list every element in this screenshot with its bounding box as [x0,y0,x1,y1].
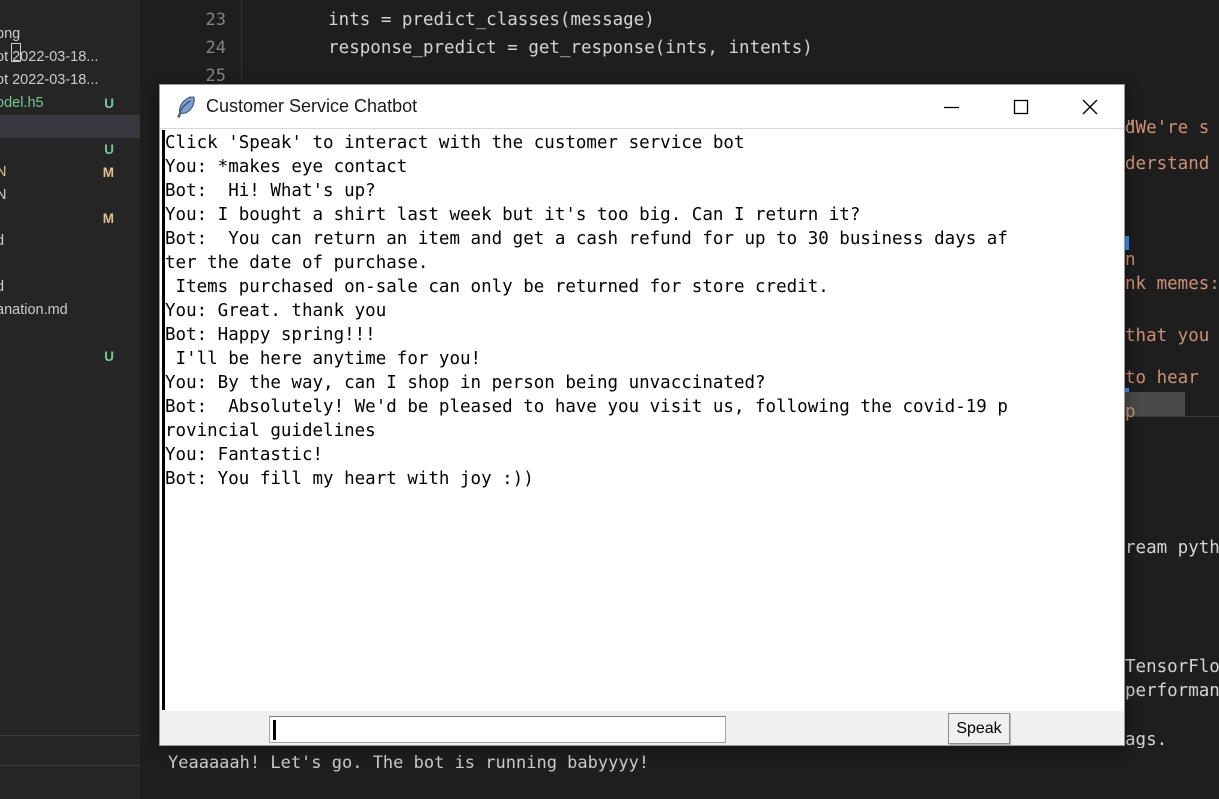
explorer-file-row[interactable] [0,115,140,138]
chat-line: Bot: Happy spring!!! [165,325,376,345]
explorer-file-row[interactable]: ot 2022-03-18... [0,46,140,69]
git-status-badge: U [104,142,114,157]
code-line: ints = predict_classes(message) [286,10,655,30]
window-title: Customer Service Chatbot [206,96,418,116]
chat-transcript-area[interactable]: Click 'Speak' to interact with the custo… [160,130,1124,712]
explorer-file-row[interactable]: d [0,230,140,253]
editor-clipped-text: that you [1125,326,1210,346]
git-status-badge: M [102,211,114,226]
close-button[interactable] [1055,85,1124,129]
explorer-file-row[interactable]: odel.h5 U [0,92,140,115]
explorer-divider [0,735,140,736]
window-title-bar[interactable]: Customer Service Chatbot [160,85,1124,129]
explorer-file-name: d [0,233,5,249]
editor-right-column: d "We're s derstand n nk memes: that you to h… [1125,0,1219,799]
explorer-file-name: d [0,279,5,295]
chat-line: Bot: You fill my heart with joy :)) [165,469,534,489]
editor-clipped-text: ags. [1125,730,1168,750]
message-input[interactable] [269,716,726,743]
chat-log: Click 'Speak' to interact with the custo… [165,130,1124,712]
input-bar: Speak [160,710,1124,745]
chat-line: Click 'Speak' to interact with the custo… [165,133,745,153]
explorer-file-name: anation.md [0,302,68,318]
explorer-file-row[interactable]: N [0,184,140,207]
text-caret [273,720,276,740]
line-number: 23 [205,10,226,30]
chat-line: You: I bought a shirt last week but it's… [165,205,861,225]
explorer-file-name: odel.h5 [0,95,44,111]
feather-icon [177,96,195,118]
explorer-file-name: N [0,187,7,203]
chat-line: You: Great. thank you [165,301,387,321]
line-number: 25 [205,66,226,86]
terminal-cursor [11,43,21,62]
speak-button[interactable]: Speak [948,713,1010,744]
explorer-file-row[interactable]: M [0,207,140,230]
explorer-file-row[interactable]: U [0,138,140,161]
chat-line: rovincial guidelines [165,421,376,441]
git-status-badge: U [104,349,114,364]
explorer-file-row[interactable]: NM [0,161,140,184]
explorer-file-row[interactable] [0,253,140,276]
maximize-button[interactable] [986,85,1055,129]
code-line: response_predict = get_response(ints, in… [286,38,813,58]
chat-line: Bot: Hi! What's up? [165,181,376,201]
chatbot-window[interactable]: Customer Service Chatbot Click 'Speak' t… [159,84,1125,746]
chat-line: You: By the way, can I shop in person be… [165,373,766,393]
chat-line: You: Fantastic! [165,445,324,465]
terminal-output-line: Yeaaaaah! Let's go. The bot is running b… [168,753,650,773]
editor-clipped-text: "We're s [1125,118,1210,138]
window-controls [917,85,1124,129]
chat-line: Bot: Absolutely! We'd be pleased to have… [165,397,1008,417]
explorer-file-row[interactable]: U [0,345,140,368]
chat-line: I'll be here anytime for you! [165,349,482,369]
line-number: 24 [205,38,226,58]
explorer-file-row[interactable]: png [0,23,140,46]
explorer-file-row[interactable]: ot 2022-03-18... [0,69,140,92]
editor-clipped-text: TensorFlow [1125,657,1219,677]
file-explorer[interactable]: png ot 2022-03-18... ot 2022-03-18... odel.… [0,0,140,799]
explorer-file-row[interactable] [0,322,140,345]
explorer-file-name: N [0,164,7,180]
explorer-divider [0,765,140,766]
editor-clipped-text: n [1125,250,1136,270]
right-col-divider [1125,416,1219,417]
chat-line: Bot: You can return an item and get a ca… [165,229,1008,249]
editor-clipped-text: ream pytho [1125,538,1219,558]
minimize-button[interactable] [917,85,986,129]
explorer-file-row[interactable]: anation.md [0,299,140,322]
editor-clipped-text: nk memes: [1125,274,1219,294]
editor-clipped-text: to hear [1125,368,1199,388]
chat-line: ter the date of purchase. [165,253,429,273]
explorer-file-row[interactable]: d [0,276,140,299]
line-number-separator [241,0,242,82]
right-col-marker [1125,236,1129,250]
git-status-badge: U [104,96,114,111]
editor-clipped-text: derstand [1125,154,1219,174]
chat-line: You: *makes eye contact [165,157,408,177]
right-col-top-fill [1125,0,1219,90]
editor-clipped-text: p [1125,402,1136,422]
chat-line: Items purchased on-sale can only be retu… [165,277,829,297]
git-status-badge: M [102,165,114,180]
explorer-file-name: ot 2022-03-18... [0,72,99,88]
editor-clipped-text: performanc [1125,681,1219,701]
terminal-panel[interactable]: Yeaaaaah! Let's go. The bot is running b… [160,748,1219,799]
